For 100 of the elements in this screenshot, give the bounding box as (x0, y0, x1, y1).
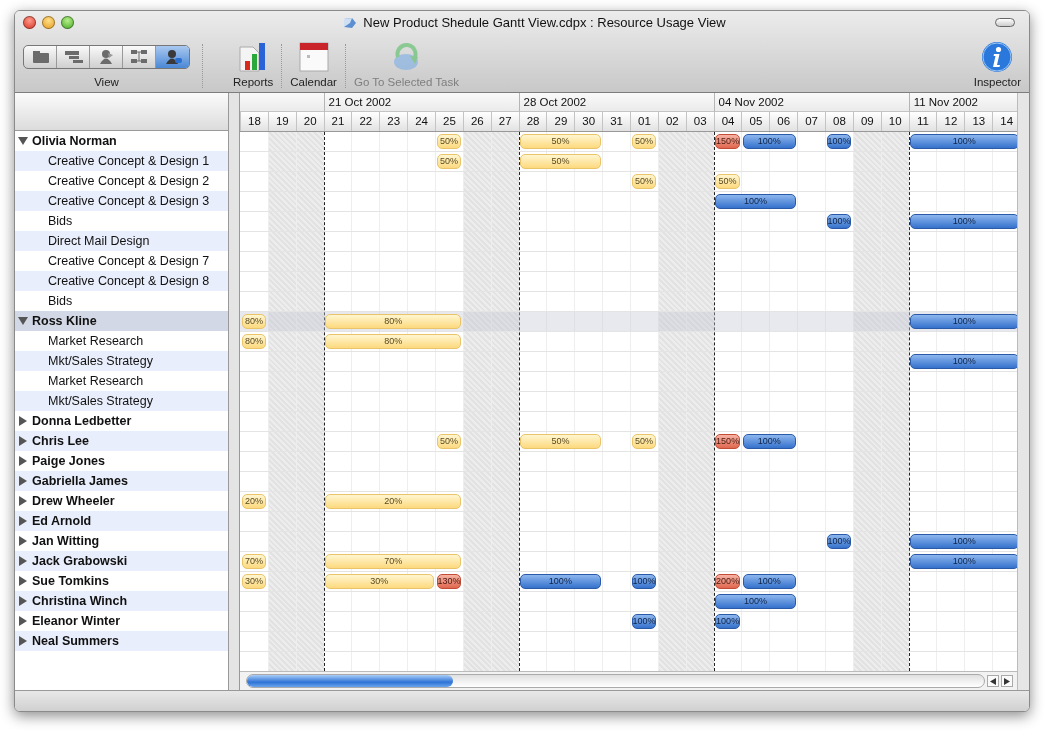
allocation-bar[interactable]: 100% (826, 534, 852, 549)
allocation-bar[interactable]: 50% (436, 154, 462, 169)
allocation-bar[interactable]: 100% (910, 134, 1017, 149)
disclosure-triangle-icon[interactable] (18, 496, 28, 506)
task-row[interactable]: Creative Concept & Design 2 (15, 171, 228, 191)
allocation-bar[interactable]: 50% (520, 134, 601, 149)
disclosure-triangle-icon[interactable] (18, 616, 28, 626)
task-row[interactable]: Bids (15, 211, 228, 231)
scrollbar-thumb[interactable] (247, 675, 453, 687)
allocation-bar[interactable]: 30% (325, 574, 434, 589)
allocation-bar[interactable]: 50% (631, 134, 657, 149)
allocation-bar[interactable]: 100% (910, 354, 1017, 369)
allocation-bar[interactable]: 50% (436, 134, 462, 149)
day-header: 30 (574, 112, 603, 131)
resource-row[interactable]: Eleanor Winter (15, 611, 228, 631)
allocation-bar[interactable]: 100% (715, 614, 740, 629)
disclosure-triangle-icon[interactable] (18, 516, 28, 526)
close-button[interactable] (23, 16, 36, 29)
disclosure-triangle-icon[interactable] (18, 136, 28, 146)
allocation-bar[interactable]: 80% (241, 334, 267, 349)
task-row[interactable]: Creative Concept & Design 7 (15, 251, 228, 271)
allocation-bar[interactable]: 100% (826, 134, 852, 149)
allocation-bar[interactable]: 80% (325, 334, 462, 349)
allocation-bar[interactable]: 50% (715, 174, 740, 189)
allocation-bar[interactable]: 100% (742, 434, 796, 449)
allocation-bar[interactable]: 20% (325, 494, 462, 509)
task-row[interactable]: Creative Concept & Design 3 (15, 191, 228, 211)
view-segmented-control[interactable] (23, 45, 190, 69)
view-segment[interactable] (156, 46, 189, 68)
resource-row[interactable]: Gabriella James (15, 471, 228, 491)
allocation-bar[interactable]: 50% (631, 174, 657, 189)
disclosure-triangle-icon[interactable] (18, 476, 28, 486)
horizontal-scrollbar[interactable] (246, 674, 985, 688)
allocation-bar[interactable]: 100% (631, 574, 657, 589)
allocation-bar[interactable]: 70% (325, 554, 462, 569)
resource-row[interactable]: Christina Winch (15, 591, 228, 611)
allocation-bar[interactable]: 150% (715, 134, 740, 149)
disclosure-triangle-icon[interactable] (18, 636, 28, 646)
resource-row[interactable]: Ed Arnold (15, 511, 228, 531)
task-row[interactable]: Market Research (15, 371, 228, 391)
task-row[interactable]: Mkt/Sales Strategy (15, 351, 228, 371)
disclosure-triangle-icon[interactable] (18, 556, 28, 566)
disclosure-triangle-icon[interactable] (18, 436, 28, 446)
left-arrow-icon (990, 677, 996, 685)
allocation-bar[interactable]: 100% (826, 214, 852, 229)
resource-row[interactable]: Donna Ledbetter (15, 411, 228, 431)
minimize-button[interactable] (42, 16, 55, 29)
task-row[interactable]: Creative Concept & Design 1 (15, 151, 228, 171)
allocation-bar[interactable]: 100% (910, 314, 1017, 329)
disclosure-triangle-icon[interactable] (18, 416, 28, 426)
day-header: 07 (797, 112, 826, 131)
allocation-bar[interactable]: 30% (241, 574, 267, 589)
disclosure-triangle-icon[interactable] (18, 576, 28, 586)
zoom-button[interactable] (61, 16, 74, 29)
allocation-bar[interactable]: 80% (241, 314, 267, 329)
allocation-bar[interactable]: 100% (742, 574, 796, 589)
disclosure-triangle-icon[interactable] (18, 596, 28, 606)
calendar-button[interactable]: Calendar (288, 41, 339, 88)
allocation-bar[interactable]: 150% (715, 434, 740, 449)
resource-row[interactable]: Paige Jones (15, 451, 228, 471)
resource-row[interactable]: Sue Tomkins (15, 571, 228, 591)
scroll-left-button[interactable] (987, 675, 999, 687)
resource-row[interactable]: Chris Lee (15, 431, 228, 451)
day-header: 04 (713, 112, 742, 131)
allocation-bar[interactable]: 80% (325, 314, 462, 329)
allocation-bar[interactable]: 50% (631, 434, 657, 449)
disclosure-triangle-icon[interactable] (18, 316, 28, 326)
resource-row[interactable]: Jan Witting (15, 531, 228, 551)
allocation-bar[interactable]: 50% (436, 434, 462, 449)
allocation-bar[interactable]: 100% (910, 214, 1017, 229)
task-row[interactable]: Creative Concept & Design 8 (15, 271, 228, 291)
allocation-bar[interactable]: 100% (715, 194, 796, 209)
allocation-bar[interactable]: 70% (241, 554, 267, 569)
reports-button[interactable]: Reports (231, 41, 276, 88)
allocation-bar[interactable]: 100% (910, 554, 1017, 569)
disclosure-triangle-icon[interactable] (18, 456, 28, 466)
allocation-bar[interactable]: 100% (631, 614, 657, 629)
allocation-bar[interactable]: 100% (742, 134, 796, 149)
task-row[interactable]: Bids (15, 291, 228, 311)
disclosure-triangle-icon[interactable] (18, 536, 28, 546)
allocation-bar[interactable]: 200% (715, 574, 740, 589)
inspector-button[interactable]: Inspector (971, 41, 1023, 88)
allocation-bar[interactable]: 100% (715, 594, 796, 609)
allocation-bar[interactable]: 100% (910, 534, 1017, 549)
resource-row[interactable]: Neal Summers (15, 631, 228, 651)
toolbar-toggle-button[interactable] (995, 18, 1015, 27)
allocation-bar[interactable]: 50% (520, 434, 601, 449)
task-row[interactable]: Direct Mail Design (15, 231, 228, 251)
resource-row[interactable]: Drew Wheeler (15, 491, 228, 511)
task-row[interactable]: Market Research (15, 331, 228, 351)
allocation-bar[interactable]: 130% (436, 574, 462, 589)
resource-row[interactable]: Ross Kline (15, 311, 228, 331)
task-row[interactable]: Mkt/Sales Strategy (15, 391, 228, 411)
scroll-right-button[interactable] (1001, 675, 1013, 687)
resource-row[interactable]: Olivia Norman (15, 131, 228, 151)
allocation-bar[interactable]: 50% (520, 154, 601, 169)
resource-row[interactable]: Jack Grabowski (15, 551, 228, 571)
allocation-bar[interactable]: 100% (520, 574, 601, 589)
allocation-bar[interactable]: 20% (241, 494, 267, 509)
day-header: 13 (964, 112, 993, 131)
